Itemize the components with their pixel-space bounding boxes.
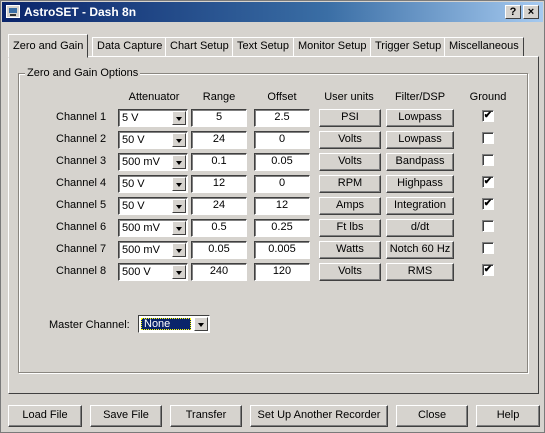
- attenuator-value: 500 V: [122, 266, 151, 278]
- ground-checkbox[interactable]: ✔: [482, 264, 494, 276]
- range-input[interactable]: 240: [191, 263, 247, 281]
- ground-checkbox[interactable]: [482, 154, 494, 166]
- help-title-button[interactable]: ?: [505, 5, 521, 19]
- chevron-down-icon[interactable]: [194, 317, 208, 331]
- title-bar[interactable]: AstroSET - Dash 8n ? ×: [2, 2, 543, 22]
- save-file-button[interactable]: Save File: [90, 405, 162, 427]
- filter-dsp-button[interactable]: d/dt: [386, 219, 454, 237]
- attenuator-select[interactable]: 500 mV: [118, 219, 188, 237]
- tab-monitor-setup[interactable]: Monitor Setup: [293, 37, 372, 57]
- user-units-button[interactable]: RPM: [319, 175, 381, 193]
- offset-input[interactable]: 0: [254, 131, 310, 149]
- user-units-button[interactable]: Amps: [319, 197, 381, 215]
- filter-dsp-button[interactable]: Highpass: [386, 175, 454, 193]
- filter-dsp-button[interactable]: RMS: [386, 263, 454, 281]
- attenuator-value: 50 V: [122, 200, 145, 212]
- window-title: AstroSET - Dash 8n: [24, 5, 137, 19]
- attenuator-select[interactable]: 50 V: [118, 197, 188, 215]
- group-title: Zero and Gain Options: [25, 67, 141, 79]
- range-input[interactable]: 24: [191, 131, 247, 149]
- user-units-button[interactable]: Ft lbs: [319, 219, 381, 237]
- master-channel-value: None: [141, 318, 191, 330]
- user-units-button[interactable]: Volts: [319, 153, 381, 171]
- filter-dsp-button[interactable]: Lowpass: [386, 109, 454, 127]
- offset-input[interactable]: 12: [254, 197, 310, 215]
- filter-dsp-button[interactable]: Bandpass: [386, 153, 454, 171]
- user-units-button[interactable]: Volts: [319, 263, 381, 281]
- user-units-button[interactable]: Watts: [319, 241, 381, 259]
- close-title-button[interactable]: ×: [523, 5, 539, 19]
- attenuator-select[interactable]: 50 V: [118, 175, 188, 193]
- ground-checkbox[interactable]: [482, 242, 494, 254]
- tab-zero-and-gain[interactable]: Zero and Gain: [8, 34, 89, 58]
- filter-dsp-button[interactable]: Integration: [386, 197, 454, 215]
- transfer-button[interactable]: Transfer: [170, 405, 242, 427]
- set-up-another-recorder-button[interactable]: Set Up Another Recorder: [250, 405, 388, 427]
- help-button[interactable]: Help: [476, 405, 540, 427]
- chevron-down-icon[interactable]: [172, 155, 186, 169]
- ground-checkbox[interactable]: ✔: [482, 110, 494, 122]
- attenuator-select[interactable]: 500 mV: [118, 241, 188, 259]
- chevron-down-icon[interactable]: [172, 177, 186, 191]
- tab-text-setup[interactable]: Text Setup: [232, 37, 294, 57]
- attenuator-select[interactable]: 500 V: [118, 263, 188, 281]
- header-ground: Ground: [469, 91, 507, 103]
- attenuator-select[interactable]: 500 mV: [118, 153, 188, 171]
- attenuator-value: 500 mV: [122, 222, 160, 234]
- master-channel-label: Master Channel:: [49, 319, 130, 331]
- attenuator-select[interactable]: 5 V: [118, 109, 188, 127]
- header-filter-dsp: Filter/DSP: [394, 91, 446, 103]
- attenuator-value: 500 mV: [122, 244, 160, 256]
- ground-checkbox[interactable]: ✔: [482, 198, 494, 210]
- attenuator-value: 50 V: [122, 178, 145, 190]
- chevron-down-icon[interactable]: [172, 243, 186, 257]
- chevron-down-icon[interactable]: [172, 133, 186, 147]
- range-input[interactable]: 0.5: [191, 219, 247, 237]
- offset-input[interactable]: 2.5: [254, 109, 310, 127]
- master-channel-select[interactable]: None: [138, 315, 210, 333]
- tab-miscellaneous[interactable]: Miscellaneous: [444, 37, 524, 57]
- chevron-down-icon[interactable]: [172, 199, 186, 213]
- filter-dsp-button[interactable]: Lowpass: [386, 131, 454, 149]
- offset-input[interactable]: 0: [254, 175, 310, 193]
- header-user-units: User units: [324, 91, 374, 103]
- range-input[interactable]: 0.1: [191, 153, 247, 171]
- ground-checkbox[interactable]: [482, 220, 494, 232]
- header-attenuator: Attenuator: [128, 91, 180, 103]
- range-input[interactable]: 5: [191, 109, 247, 127]
- offset-input[interactable]: 0.25: [254, 219, 310, 237]
- offset-input[interactable]: 0.05: [254, 153, 310, 171]
- user-units-button[interactable]: Volts: [319, 131, 381, 149]
- close-button[interactable]: Close: [396, 405, 468, 427]
- chevron-down-icon[interactable]: [172, 221, 186, 235]
- attenuator-value: 50 V: [122, 134, 145, 146]
- app-window: AstroSET - Dash 8n ? × Zero and Gain Dat…: [0, 0, 545, 433]
- attenuator-select[interactable]: 50 V: [118, 131, 188, 149]
- tab-trigger-setup[interactable]: Trigger Setup: [370, 37, 447, 57]
- header-range: Range: [202, 91, 236, 103]
- range-input[interactable]: 0.05: [191, 241, 247, 259]
- user-units-button[interactable]: PSI: [319, 109, 381, 127]
- app-icon: [6, 5, 20, 18]
- load-file-button[interactable]: Load File: [8, 405, 82, 427]
- filter-dsp-button[interactable]: Notch 60 Hz: [386, 241, 454, 259]
- chevron-down-icon[interactable]: [172, 111, 186, 125]
- ground-checkbox[interactable]: [482, 132, 494, 144]
- attenuator-value: 500 mV: [122, 156, 160, 168]
- tab-chart-setup[interactable]: Chart Setup: [165, 37, 234, 57]
- attenuator-value: 5 V: [122, 112, 139, 124]
- offset-input[interactable]: 120: [254, 263, 310, 281]
- tab-data-capture[interactable]: Data Capture: [92, 37, 168, 57]
- header-offset: Offset: [267, 91, 297, 103]
- range-input[interactable]: 24: [191, 197, 247, 215]
- range-input[interactable]: 12: [191, 175, 247, 193]
- offset-input[interactable]: 0.005: [254, 241, 310, 259]
- ground-checkbox[interactable]: ✔: [482, 176, 494, 188]
- chevron-down-icon[interactable]: [172, 265, 186, 279]
